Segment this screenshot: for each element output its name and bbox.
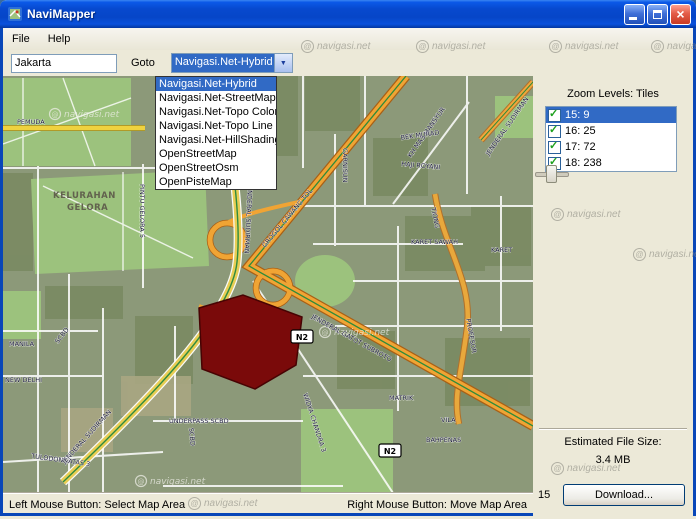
zoom-slider[interactable] (535, 164, 567, 182)
dropdown-option[interactable]: Navigasi.Net-Hybrid (156, 77, 276, 91)
zoom-level-row[interactable]: 15: 9 (546, 107, 676, 123)
chevron-down-icon[interactable] (274, 54, 292, 72)
app-window: NaviMapper × File Help Goto Navigasi.Net… (0, 0, 696, 519)
dropdown-option[interactable]: OpenStreetOsm (156, 161, 276, 175)
map-label: KELURAHAN (53, 191, 116, 201)
estimated-file-size-label: Estimated File Size: (533, 436, 693, 448)
menu-help[interactable]: Help (39, 30, 80, 48)
dropdown-option[interactable]: Navigasi.Net-Topo Color (156, 105, 276, 119)
zoom-levels-listbox[interactable]: 15: 9 16: 25 17: 72 18: 238 (545, 106, 677, 172)
svg-text:N2: N2 (384, 447, 396, 456)
minimize-icon (629, 17, 637, 20)
close-icon: × (676, 7, 684, 21)
map-label: VILA (441, 416, 456, 424)
watermark: @navigasi.net (551, 208, 620, 221)
map-label: PEMUDA (17, 118, 45, 126)
zoom-level-row[interactable]: 16: 25 (546, 123, 676, 139)
status-left: Left Mouse Button: Select Map Area (9, 499, 185, 511)
map-type-combobox[interactable]: Navigasi.Net-Hybrid (171, 53, 293, 73)
window-title: NaviMapper (27, 7, 622, 21)
dropdown-option[interactable]: OpenPisteMap (156, 175, 276, 189)
menu-file[interactable]: File (3, 30, 39, 48)
maximize-icon (653, 10, 662, 19)
map-label: GELORA (67, 203, 108, 213)
map-label: KARET (491, 246, 512, 254)
window-content: File Help Goto Navigasi.Net-Hybrid Navig… (0, 28, 696, 516)
download-button[interactable]: Download... (563, 484, 685, 506)
current-zoom-level: 15 (538, 489, 550, 501)
dropdown-option[interactable]: OpenStreetMap (156, 147, 276, 161)
main-area: N2 N2 @ navigasi.net @ navigasi.net (3, 76, 693, 516)
map-label: MATRIK (389, 394, 414, 402)
map-label: PINTU GELORA 5 (138, 184, 146, 238)
title-bar: NaviMapper × (0, 0, 696, 28)
watermark: @navigasi.net (633, 248, 696, 261)
zoom-level-label: 17: 72 (565, 141, 596, 153)
svg-text:@: @ (52, 111, 59, 119)
zoom-level-label: 18: 238 (565, 157, 602, 169)
svg-text:@: @ (322, 329, 329, 337)
svg-text:navigasi.net: navigasi.net (64, 110, 120, 120)
svg-text:@: @ (138, 478, 145, 486)
checkbox-checked-icon[interactable] (548, 109, 561, 122)
minimize-button[interactable] (624, 4, 645, 25)
map-label: UNDERPASS SCBD (169, 417, 229, 425)
maximize-button[interactable] (647, 4, 668, 25)
dropdown-option[interactable]: Navigasi.Net-Topo Line (156, 119, 276, 133)
search-input[interactable] (11, 54, 117, 73)
map-label: NEW DELHI (5, 376, 42, 384)
slider-thumb[interactable] (546, 165, 557, 183)
map-label: SCBD (187, 427, 197, 446)
svg-text:N2: N2 (296, 333, 308, 342)
app-icon (7, 6, 23, 22)
map-type-dropdown-list: Navigasi.Net-Hybrid Navigasi.Net-StreetM… (155, 76, 277, 190)
zoom-level-row[interactable]: 17: 72 (546, 139, 676, 155)
map-label: MANILA (9, 340, 35, 348)
map-label: KARET SAWAH (411, 238, 458, 246)
divider (539, 428, 687, 430)
checkbox-checked-icon[interactable] (548, 141, 561, 154)
goto-button[interactable]: Goto (127, 55, 159, 71)
dropdown-option[interactable]: Navigasi.Net-HillShading (156, 133, 276, 147)
status-right: Right Mouse Button: Move Map Area (347, 499, 527, 511)
zoom-levels-title: Zoom Levels: Tiles (533, 88, 693, 100)
zoom-level-label: 15: 9 (565, 109, 589, 121)
status-bar: Left Mouse Button: Select Map Area @navi… (3, 492, 533, 516)
svg-text:navigasi.net: navigasi.net (150, 477, 206, 487)
checkbox-checked-icon[interactable] (548, 125, 561, 138)
sidebar: Zoom Levels: Tiles 15: 9 16: 25 17: 72 (533, 76, 693, 516)
watermark: @navigasi.net (188, 497, 257, 510)
menu-bar: File Help (3, 28, 693, 50)
combobox-selected-value: Navigasi.Net-Hybrid (172, 54, 274, 72)
map-label: BAHPENAS (426, 436, 461, 444)
dropdown-option[interactable]: Navigasi.Net-StreetMap (156, 91, 276, 105)
map-label: GARNISUN (341, 148, 349, 183)
close-button[interactable]: × (670, 4, 691, 25)
toolbar: Goto Navigasi.Net-Hybrid (3, 50, 693, 76)
zoom-level-label: 16: 25 (565, 125, 596, 137)
estimated-file-size-value: 3.4 MB (533, 454, 693, 466)
